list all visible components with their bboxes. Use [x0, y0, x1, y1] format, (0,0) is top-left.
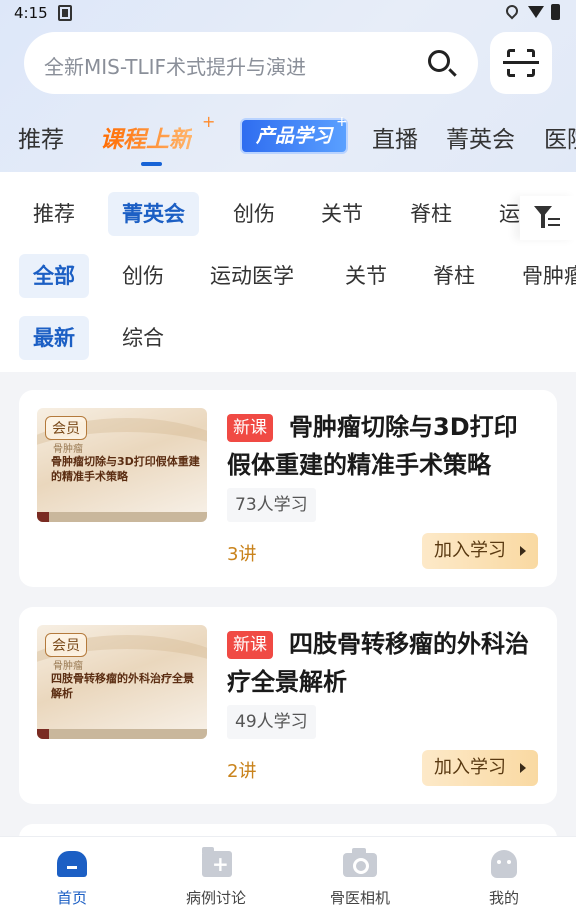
- scan-button[interactable]: [490, 32, 552, 94]
- chip-joint[interactable]: 关节: [331, 254, 401, 298]
- filter-panel: 推荐 菁英会 创伤 关节 脊柱 运动 全部 创伤 运动医学 关节 脊柱 骨肿瘤 …: [0, 172, 576, 372]
- course-card[interactable]: 会员 骨肿瘤 骨肿瘤切除与3D打印假体重建的精准手术策略 骨肿瘤切除与3D打印假…: [19, 390, 557, 587]
- chip-sports-medicine[interactable]: 运动医学: [196, 254, 308, 298]
- member-badge: 会员: [45, 633, 87, 657]
- thumbnail-title: 骨肿瘤切除与3D打印假体重建的精准手术策略: [51, 455, 200, 483]
- profile-icon: [491, 850, 517, 878]
- camera-icon: [343, 848, 377, 877]
- play-arrow-icon: [520, 763, 526, 773]
- top-tab-bar: 推荐 课程上新 + 产品学习 + 直播 菁英会 医院: [0, 112, 576, 166]
- nav-case-discussion[interactable]: 病例讨论: [156, 837, 276, 920]
- status-time: 4:15: [14, 4, 48, 22]
- member-badge: 会员: [45, 416, 87, 440]
- nav-me[interactable]: 我的: [444, 837, 564, 920]
- learner-count: 49人学习: [227, 705, 316, 739]
- chip-joint[interactable]: 关节: [307, 192, 377, 236]
- join-learning-button[interactable]: 加入学习: [422, 750, 538, 786]
- tab-recommend[interactable]: 推荐: [18, 120, 64, 154]
- join-label: 加入学习: [434, 757, 506, 778]
- status-bar: 4:15: [0, 0, 576, 28]
- tab-product-learning[interactable]: 产品学习: [240, 118, 348, 154]
- filter-button[interactable]: [520, 196, 576, 240]
- sparkle-icon: +: [202, 112, 216, 131]
- lesson-count: 3讲: [227, 544, 257, 565]
- nav-home-label: 首页: [56, 889, 87, 907]
- sparkle-icon: +: [336, 114, 348, 130]
- search-placeholder: 全新MIS-TLIF术式提升与演进: [44, 55, 306, 79]
- chip-comprehensive[interactable]: 综合: [108, 316, 178, 360]
- search-bar[interactable]: 全新MIS-TLIF术式提升与演进: [24, 32, 478, 94]
- filter-row-sort: 最新 综合: [0, 316, 576, 360]
- thumbnail-category: 骨肿瘤: [53, 661, 83, 672]
- folder-add-icon: [202, 847, 232, 877]
- thumbnail-title: 四肢骨转移瘤的外科治疗全景解析: [51, 672, 194, 700]
- chip-spine[interactable]: 脊柱: [396, 192, 466, 236]
- battery-icon: [551, 4, 560, 20]
- new-course-tag: 新课: [227, 414, 273, 442]
- lesson-count: 2讲: [227, 761, 257, 782]
- search-icon[interactable]: [428, 50, 450, 72]
- chip-recommend[interactable]: 推荐: [19, 192, 89, 236]
- tab-new-courses[interactable]: 课程上新: [100, 120, 192, 154]
- qr-notification-icon: [58, 5, 72, 21]
- course-card[interactable]: 会员 骨肿瘤 四肢骨转移瘤的外科治疗全景解析 四肢骨转移瘤的外科治疗全景解析 新…: [19, 607, 557, 804]
- course-thumbnail: 会员 骨肿瘤 骨肿瘤切除与3D打印假体重建的精准手术策略: [37, 408, 207, 522]
- tab-elite-club[interactable]: 菁英会: [446, 120, 515, 154]
- chip-trauma[interactable]: 创伤: [108, 254, 178, 298]
- filter-row-category: 推荐 菁英会 创伤 关节 脊柱 运动: [0, 192, 576, 236]
- tab-hospital[interactable]: 医院: [544, 120, 576, 154]
- nav-camera-label: 骨医相机: [329, 889, 390, 907]
- chip-trauma[interactable]: 创伤: [219, 192, 289, 236]
- location-icon: [503, 2, 521, 20]
- play-arrow-icon: [520, 546, 526, 556]
- filter-row-subcategory: 全部 创伤 运动医学 关节 脊柱 骨肿瘤: [0, 254, 576, 298]
- course-thumbnail: 会员 骨肿瘤 四肢骨转移瘤的外科治疗全景解析: [37, 625, 207, 739]
- filter-icon: [534, 206, 552, 228]
- nav-case-discussion-label: 病例讨论: [185, 889, 246, 907]
- chip-latest[interactable]: 最新: [19, 316, 89, 360]
- learner-count: 73人学习: [227, 488, 316, 522]
- nav-me-label: 我的: [488, 889, 519, 907]
- nav-camera[interactable]: 骨医相机: [300, 837, 420, 920]
- chip-bone-tumor[interactable]: 骨肿瘤: [508, 254, 576, 298]
- active-tab-indicator: [141, 162, 162, 166]
- chip-elite-club[interactable]: 菁英会: [108, 192, 199, 236]
- join-learning-button[interactable]: 加入学习: [422, 533, 538, 569]
- chip-all[interactable]: 全部: [19, 254, 89, 298]
- bottom-navigation: 首页 病例讨论 骨医相机 我的: [0, 836, 576, 920]
- join-label: 加入学习: [434, 540, 506, 561]
- home-icon: [57, 851, 87, 877]
- tab-live[interactable]: 直播: [372, 120, 418, 154]
- thumbnail-category: 骨肿瘤: [53, 444, 83, 455]
- nav-home[interactable]: 首页: [12, 837, 132, 920]
- course-title[interactable]: 四肢骨转移瘤的外科治疗全景解析: [227, 625, 539, 701]
- course-title[interactable]: 骨肿瘤切除与3D打印假体重建的精准手术策略: [227, 408, 539, 484]
- wifi-icon: [528, 6, 544, 18]
- chip-spine[interactable]: 脊柱: [419, 254, 489, 298]
- new-course-tag: 新课: [227, 631, 273, 659]
